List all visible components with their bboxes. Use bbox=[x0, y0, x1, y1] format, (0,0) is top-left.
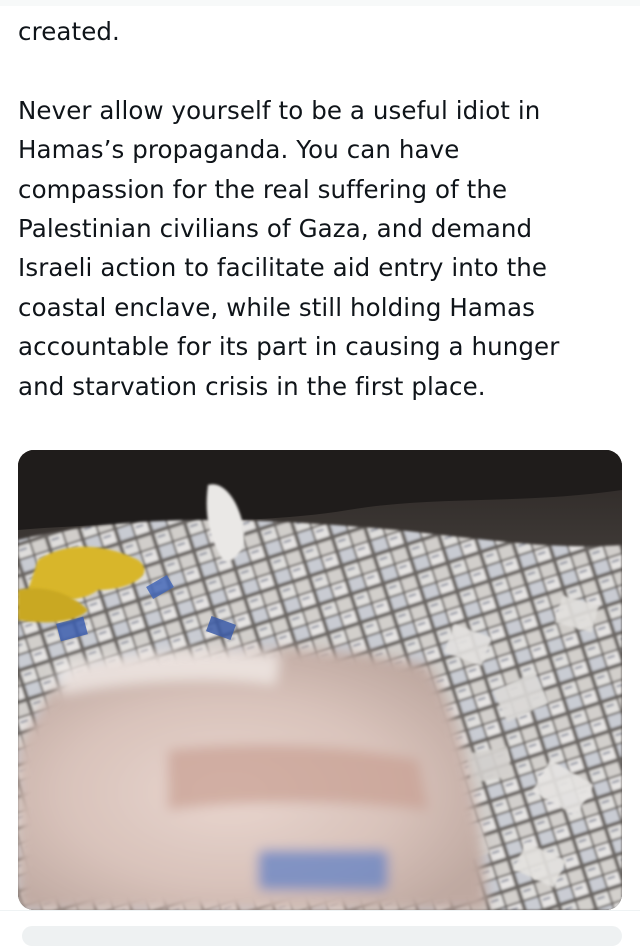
tweet-text-line: created. bbox=[18, 17, 120, 46]
tweet-text-line: Palestinian civilians of Gaza, and deman… bbox=[18, 214, 533, 244]
reply-bar[interactable] bbox=[22, 926, 622, 946]
tweet-text-line: Israeli action to facilitate aid entry i… bbox=[18, 253, 548, 283]
tweet-text-line: accountable for its part in causing a hu… bbox=[18, 332, 560, 362]
tweet-text-line: compassion for the real suffering of the bbox=[18, 174, 508, 204]
tweet-text-line: coastal enclave, while still holding Ham… bbox=[18, 292, 535, 322]
tweet-media-image[interactable] bbox=[18, 450, 622, 910]
tweet-text-line: Never allow yourself to be a useful idio… bbox=[18, 95, 541, 125]
tweet-text-line: Hamas’s propaganda. You can have bbox=[18, 135, 460, 165]
tweet-text-line: and starvation crisis in the first place… bbox=[18, 371, 486, 401]
tweet-body-text: created. Never allow yourself to be a us… bbox=[18, 12, 618, 406]
top-edge-strip bbox=[0, 0, 640, 6]
bottom-divider bbox=[0, 910, 640, 911]
